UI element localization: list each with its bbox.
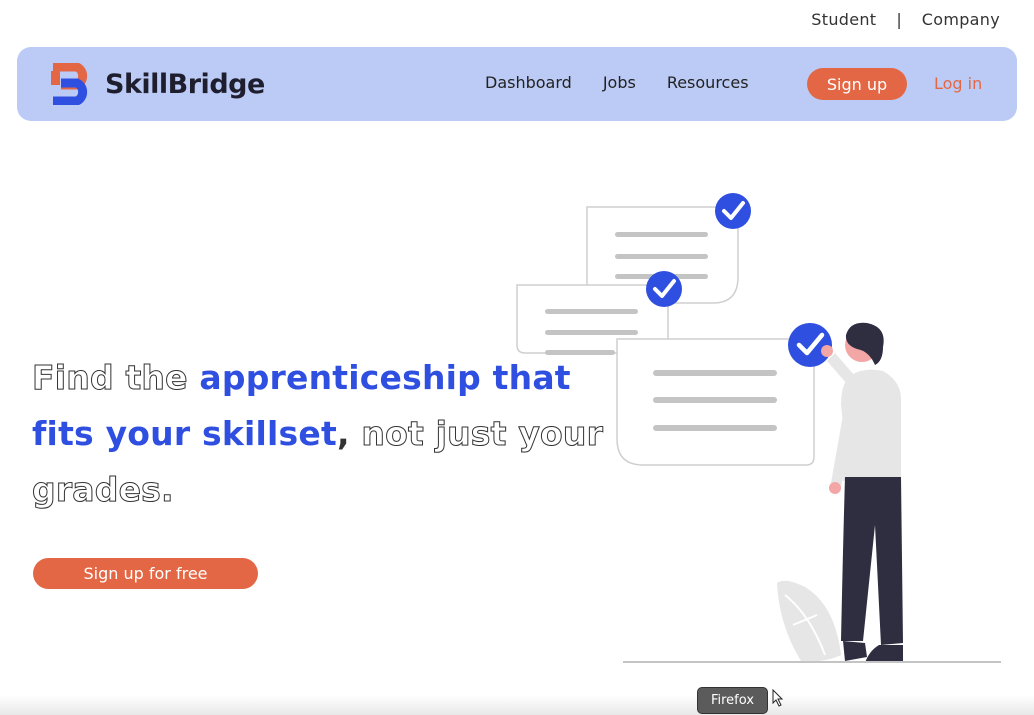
check-icon <box>715 193 751 229</box>
signup-free-button[interactable]: Sign up for free <box>33 558 258 589</box>
plant-icon <box>777 580 841 662</box>
student-link[interactable]: Student <box>811 10 876 29</box>
top-bar: Student | Company <box>811 10 1000 29</box>
headline-comma: , <box>336 414 350 453</box>
brand-name: SkillBridge <box>105 68 265 100</box>
check-icon <box>646 271 682 307</box>
check-icon <box>788 323 832 367</box>
navbar: SkillBridge Dashboard Jobs Resources Sig… <box>17 47 1017 121</box>
skillbridge-logo-icon <box>51 63 88 105</box>
document-card-bottom <box>616 338 815 466</box>
topbar-separator: | <box>896 10 902 29</box>
headline-part-1: Find the <box>31 358 200 398</box>
nav-jobs[interactable]: Jobs <box>603 73 636 92</box>
company-link[interactable]: Company <box>922 10 1000 29</box>
firefox-tooltip: Firefox <box>697 687 768 714</box>
nav-links: Dashboard Jobs Resources <box>485 73 780 92</box>
hero-illustration <box>516 193 1001 663</box>
nav-dashboard[interactable]: Dashboard <box>485 73 572 92</box>
window-bottom-edge <box>0 695 1034 715</box>
login-link[interactable]: Log in <box>934 74 982 93</box>
ground-line <box>623 661 1001 663</box>
logo[interactable]: SkillBridge <box>47 63 265 105</box>
nav-resources[interactable]: Resources <box>667 73 749 92</box>
signup-button[interactable]: Sign up <box>807 68 907 100</box>
cursor-arrow-icon <box>772 689 784 707</box>
person-illustration <box>821 322 903 663</box>
